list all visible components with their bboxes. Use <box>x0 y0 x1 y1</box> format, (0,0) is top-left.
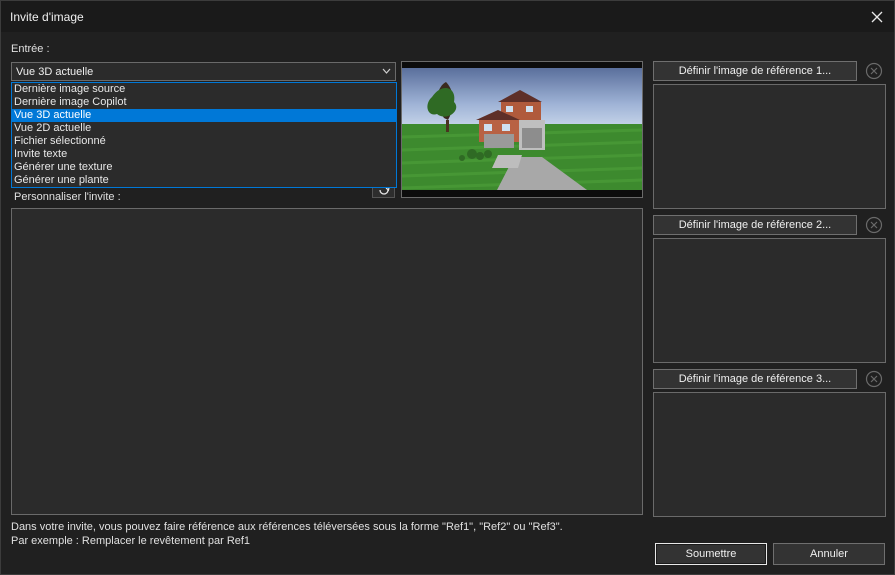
clear-reference-3-button[interactable] <box>863 369 885 389</box>
input-label: Entrée : <box>11 43 50 55</box>
reference-image-2-box[interactable] <box>653 238 886 363</box>
prompt-textarea[interactable] <box>11 208 643 515</box>
hint-text-line-2: Par exemple : Remplacer le revêtement pa… <box>11 535 251 547</box>
clear-reference-2-button[interactable] <box>863 215 885 235</box>
dropdown-option[interactable]: Dernière image Copilot <box>12 96 396 109</box>
dropdown-option[interactable]: Dernière image source <box>12 83 396 96</box>
dropdown-option[interactable]: Générer une texture <box>12 161 396 174</box>
input-preview-image <box>401 61 643 198</box>
input-source-value: Vue 3D actuelle <box>16 66 94 78</box>
clear-circle-icon <box>865 62 883 80</box>
clear-reference-1-button[interactable] <box>863 61 885 81</box>
clear-circle-icon <box>865 216 883 234</box>
input-source-dropdown-list[interactable]: Dernière image source Dernière image Copi… <box>11 82 397 188</box>
dropdown-option[interactable]: Générer une plante <box>12 174 396 187</box>
window-title: Invite d'image <box>10 10 84 24</box>
dropdown-option[interactable]: Fichier sélectionné <box>12 135 396 148</box>
submit-button[interactable]: Soumettre <box>655 543 767 565</box>
dropdown-option[interactable]: Invite texte <box>12 148 396 161</box>
input-source-select[interactable]: Vue 3D actuelle <box>11 62 396 81</box>
house-render-image <box>402 62 642 197</box>
clear-circle-icon <box>865 370 883 388</box>
refresh-icon <box>378 187 390 195</box>
close-icon <box>871 11 883 22</box>
dropdown-option[interactable]: Vue 2D actuelle <box>12 122 396 135</box>
image-prompt-dialog: Invite d'image Entrée : Vue 3D actuelle … <box>0 0 895 575</box>
title-bar: Invite d'image <box>1 1 894 32</box>
prompt-label: Personnaliser l'invite : <box>14 191 121 203</box>
cancel-button[interactable]: Annuler <box>773 543 885 565</box>
set-reference-image-1-button[interactable]: Définir l'image de référence 1... <box>653 61 857 81</box>
set-reference-image-3-button[interactable]: Définir l'image de référence 3... <box>653 369 857 389</box>
close-button[interactable] <box>860 1 894 32</box>
reference-image-3-box[interactable] <box>653 392 886 517</box>
reference-image-1-box[interactable] <box>653 84 886 209</box>
hint-text-line-1: Dans votre invite, vous pouvez faire réf… <box>11 521 563 533</box>
dropdown-option[interactable]: Vue 3D actuelle <box>12 109 396 122</box>
chevron-down-icon <box>382 68 391 74</box>
set-reference-image-2-button[interactable]: Définir l'image de référence 2... <box>653 215 857 235</box>
